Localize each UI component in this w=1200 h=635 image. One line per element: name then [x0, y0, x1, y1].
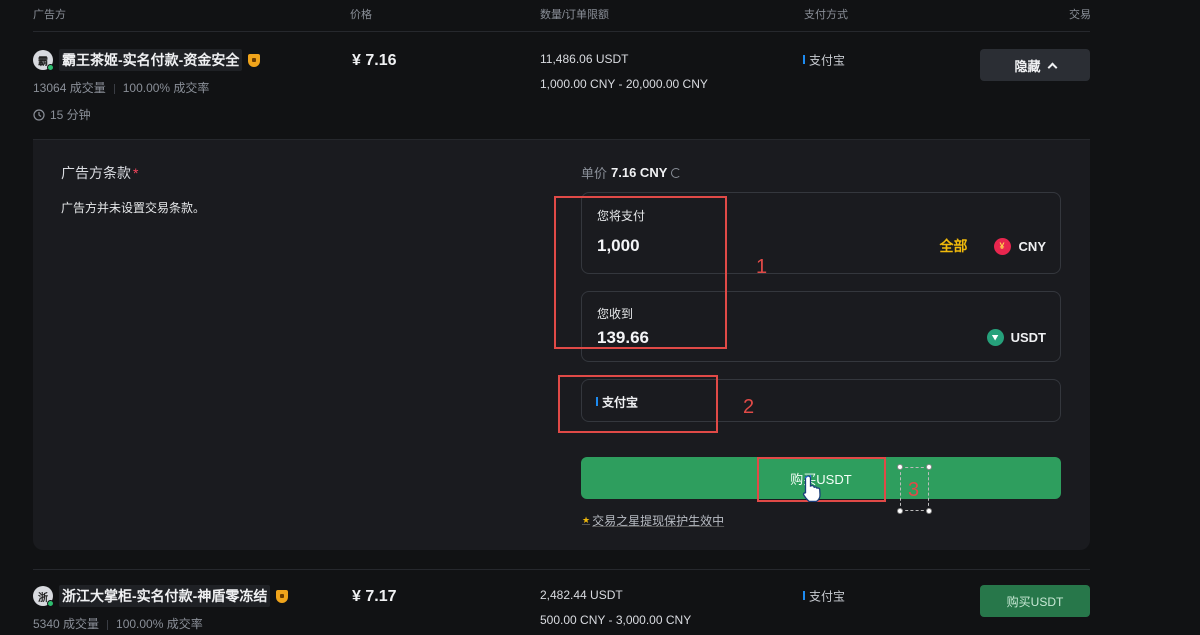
selection-handle	[926, 508, 932, 514]
alipay-marker-icon	[803, 55, 805, 65]
column-header-payment: 支付方式	[804, 9, 848, 21]
payment-method-label: 支付宝	[809, 589, 846, 604]
unit-price: 单价 7.16 CNY	[581, 163, 682, 182]
online-indicator-icon	[47, 64, 54, 71]
pay-currency: 全部 ¥ CNY	[940, 236, 1046, 256]
order-count: 13064 成交量	[33, 81, 106, 95]
merchant-name[interactable]: 浙江大掌柜-实名付款-神盾零冻结	[59, 585, 271, 607]
stats-separator	[113, 83, 115, 94]
payment-method: 支付宝	[803, 51, 845, 69]
payment-method: 支付宝	[803, 587, 845, 605]
unit-price-label: 单价	[581, 166, 608, 181]
column-header-advertiser: 广告方	[33, 9, 66, 21]
row-divider	[33, 569, 1090, 570]
payment-method-label: 支付宝	[809, 53, 846, 68]
alipay-marker-icon	[803, 591, 805, 601]
merchant-row-2: 浙 浙江大掌柜-实名付款-神盾零冻结	[33, 585, 289, 607]
merchant-stats: 13064 成交量 100.00% 成交率	[33, 79, 209, 96]
chevron-up-icon	[1047, 62, 1057, 72]
annotation-box-1	[554, 196, 727, 349]
terms-body: 广告方并未设置交易条款。	[61, 201, 206, 215]
pay-time-value: 15 分钟	[50, 108, 91, 122]
verified-badge-icon	[248, 53, 261, 67]
selection-handle	[897, 464, 903, 470]
hide-button-label: 隐藏	[1014, 58, 1041, 74]
cny-icon-glyph: ¥	[999, 241, 1005, 251]
terms-title-text: 广告方条款	[61, 165, 131, 181]
pay-currency-label: CNY	[1018, 238, 1046, 254]
annotation-label-1: 1	[756, 256, 768, 278]
annotation-label-2: 2	[743, 396, 755, 418]
terms-title: 广告方条款 *	[61, 163, 138, 183]
required-mark: *	[133, 165, 139, 181]
protection-text: 交易之星提现保护生效中	[592, 514, 725, 528]
available-quantity: 11,486.06 USDT	[540, 52, 629, 66]
star-icon: ★	[582, 515, 591, 525]
price: ¥ 7.17	[352, 588, 397, 605]
header-divider	[33, 31, 1090, 32]
completion-rate: 100.00% 成交率	[122, 81, 210, 95]
column-header-price: 价格	[350, 9, 372, 21]
merchant-stats: 5340 成交量 100.00% 成交率	[33, 615, 203, 632]
protection-link[interactable]: ★ 交易之星提现保护生效中	[582, 512, 724, 529]
clock-icon	[33, 108, 45, 121]
cny-icon: ¥	[993, 237, 1011, 255]
column-header-quantity: 数量/订单限额	[540, 9, 610, 21]
merchant-name[interactable]: 霸王茶姬-实名付款-资金安全	[59, 49, 243, 71]
price: ¥ 7.16	[352, 52, 397, 69]
receive-currency: USDT	[986, 329, 1046, 346]
order-limit: 500.00 CNY - 3,000.00 CNY	[540, 613, 692, 627]
hand-cursor-icon	[802, 474, 821, 503]
verified-badge-icon	[276, 589, 289, 603]
hide-button[interactable]: 隐藏	[980, 49, 1090, 81]
available-quantity: 2,482.44 USDT	[540, 588, 623, 602]
refresh-icon[interactable]	[671, 167, 682, 178]
buy-usdt-button-2[interactable]: 购买USDT	[980, 585, 1090, 617]
pay-time: 15 分钟	[33, 106, 91, 123]
all-button[interactable]: 全部	[940, 236, 968, 256]
unit-price-value: 7.16 CNY	[611, 165, 668, 180]
online-indicator-icon	[47, 600, 54, 607]
selection-handle	[926, 464, 932, 470]
usdt-icon	[986, 329, 1004, 346]
receive-currency-label: USDT	[1010, 330, 1046, 345]
merchant-row-1: 霸 霸王茶姬-实名付款-资金安全	[33, 49, 261, 71]
avatar[interactable]: 霸	[33, 50, 54, 71]
order-limit: 1,000.00 CNY - 20,000.00 CNY	[540, 77, 708, 91]
avatar[interactable]: 浙	[33, 586, 54, 607]
completion-rate: 100.00% 成交率	[116, 617, 203, 631]
annotation-label-3: 3	[908, 479, 920, 501]
stats-separator	[107, 619, 109, 630]
annotation-box-2	[558, 375, 718, 433]
order-count: 5340 成交量	[33, 617, 100, 631]
selection-handle	[897, 508, 903, 514]
column-header-trade: 交易	[1069, 9, 1091, 21]
